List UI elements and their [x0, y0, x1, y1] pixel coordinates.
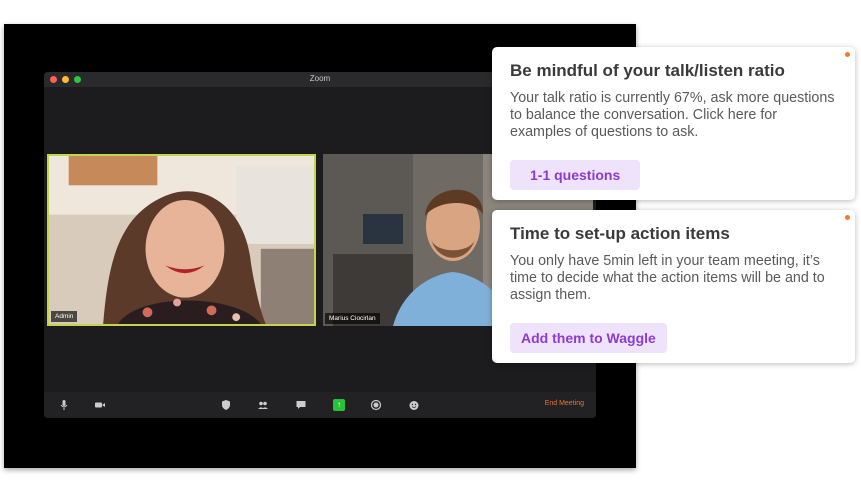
card-body: You only have 5min left in your team mee… [510, 253, 825, 303]
end-meeting-button[interactable]: End Meeting [545, 400, 584, 407]
notification-dot [845, 215, 850, 220]
talk-ratio-card: Be mindful of your talk/listen ratio You… [492, 47, 855, 200]
action-items-card: Time to set-up action items You only hav… [492, 210, 855, 363]
reactions-icon[interactable] [408, 399, 420, 411]
card-title: Time to set-up action items [510, 224, 730, 243]
add-to-waggle-button[interactable]: Add them to Waggle [510, 323, 667, 353]
record-icon[interactable] [370, 399, 382, 411]
participants-icon[interactable] [257, 399, 269, 411]
video-camera-icon[interactable] [94, 399, 106, 411]
shield-icon[interactable] [220, 399, 232, 411]
notification-dot [845, 52, 850, 57]
meeting-toolbar: ↑ End Meeting [44, 392, 596, 418]
participant-name-label: Marius Ciocirlan [325, 313, 380, 324]
participant-video [49, 156, 314, 324]
video-tile-admin[interactable]: Admin [47, 154, 316, 326]
share-screen-icon[interactable]: ↑ [333, 399, 345, 411]
card-title: Be mindful of your talk/listen ratio [510, 61, 785, 80]
card-body[interactable]: Your talk ratio is currently 67%, ask mo… [510, 90, 837, 141]
chat-icon[interactable] [295, 399, 307, 411]
questions-button[interactable]: 1-1 questions [510, 160, 641, 190]
microphone-icon[interactable] [58, 399, 70, 411]
participant-name-label: Admin [51, 311, 78, 322]
